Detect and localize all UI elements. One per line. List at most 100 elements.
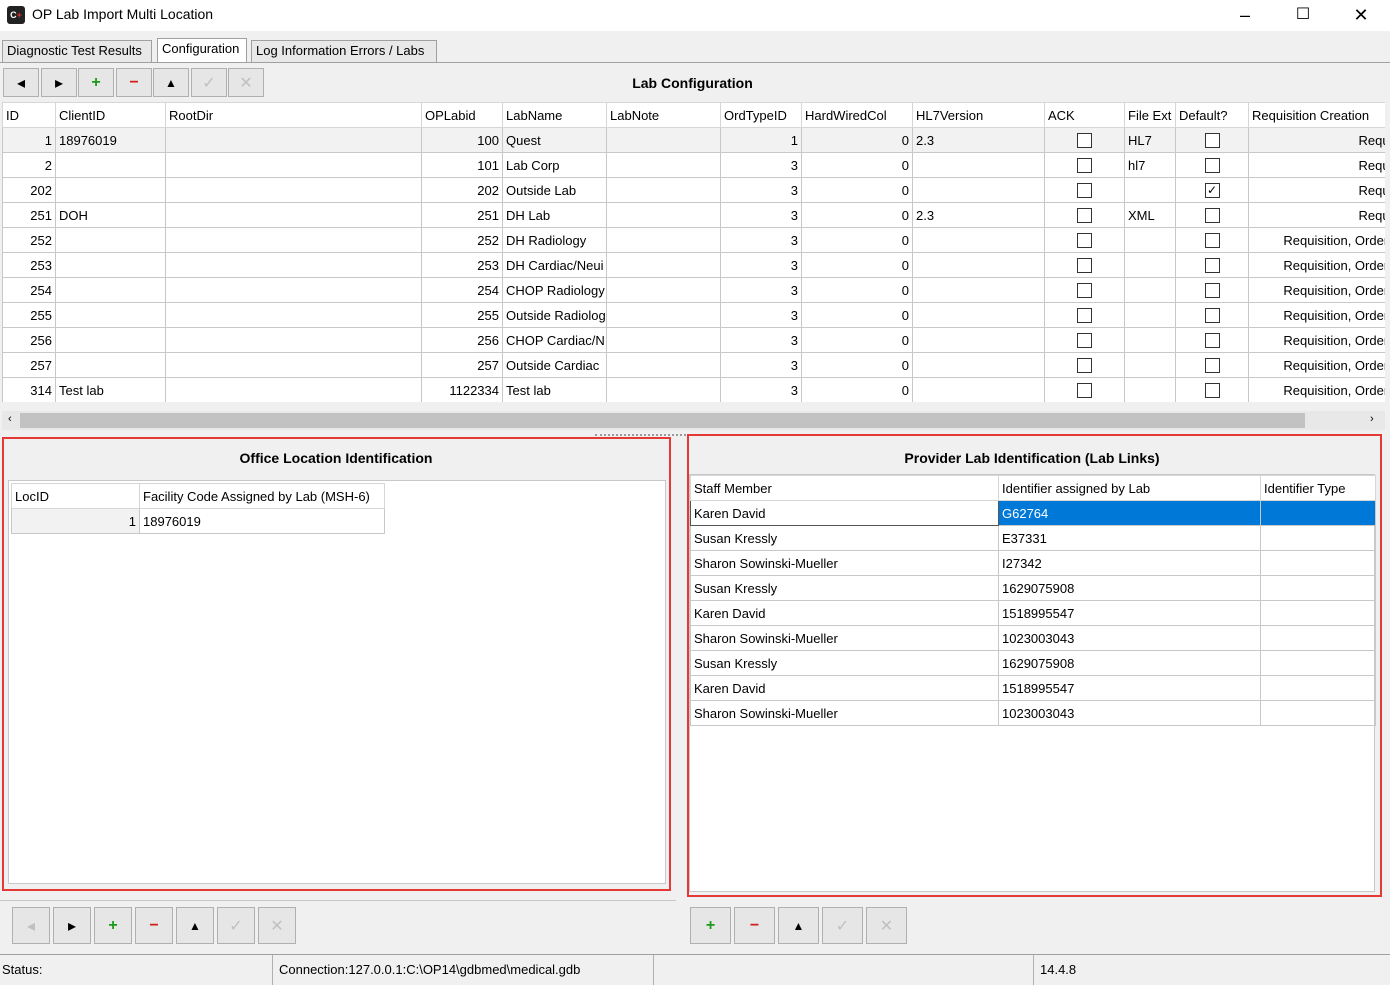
cell-labnote[interactable] [606,377,721,402]
cell-oplabid[interactable]: 101 [421,152,503,178]
cell-file-ext[interactable]: HL7 [1124,127,1176,153]
office-move-up-button[interactable]: ▲ [176,907,214,944]
checkbox-icon[interactable] [1077,308,1092,324]
cell-requisition-creation[interactable]: Requis [1248,177,1385,203]
ack-checkbox[interactable] [1044,252,1125,278]
prev-record-button[interactable]: ◂ [3,68,39,97]
default-checkbox[interactable] [1175,377,1249,402]
checkbox-icon[interactable] [1077,358,1092,374]
cell-ordtypeid[interactable]: 3 [720,177,802,203]
cell-clientid[interactable] [55,327,166,353]
cell-rootdir[interactable] [165,177,422,203]
cell-id[interactable]: 251 [2,202,56,228]
cell-oplabid[interactable]: 256 [421,327,503,353]
office-prev-button[interactable]: ◂ [12,907,50,944]
column-header-clientid[interactable]: ClientID [55,102,166,128]
insert-record-button[interactable]: + [78,68,114,97]
cell-requisition-creation[interactable]: Requisition, Order a [1248,302,1385,328]
ack-checkbox[interactable] [1044,202,1125,228]
ack-checkbox[interactable] [1044,127,1125,153]
ack-checkbox[interactable] [1044,377,1125,402]
cell-rootdir[interactable] [165,377,422,402]
cell-hl7version[interactable]: 2.3 [912,202,1045,228]
ack-checkbox[interactable] [1044,302,1125,328]
table-row[interactable]: 255 255 Outside Radiolog 3 0 Requisition, Ord… [2,302,1385,328]
move-up-button[interactable]: ▲ [153,68,189,97]
checkbox-icon[interactable] [1077,283,1092,299]
checkbox-icon[interactable] [1204,383,1220,399]
cell-hardwiredcol[interactable]: 0 [801,202,913,228]
default-checkbox[interactable]: ✓ [1175,177,1249,203]
provider-cancel-button[interactable]: ✕ [866,907,907,944]
cell-rootdir[interactable] [165,127,422,153]
default-checkbox[interactable] [1175,277,1249,303]
column-header-ordtypeid[interactable]: OrdTypeID [720,102,802,128]
cell-hardwiredcol[interactable]: 0 [801,277,913,303]
provider-delete-button[interactable]: − [734,907,775,944]
table-row[interactable]: 118976019100Quest102.3HL7Requis [2,127,1385,153]
cell-oplabid[interactable]: 1122334 [421,377,503,402]
cell-requisition-creation[interactable]: Requisition, Order a [1248,277,1385,303]
table-row[interactable]: 252252DH Radiology30Requisition, Order a [2,227,1385,253]
table-row[interactable]: 257 257 Outside Cardiac 3 0 Requisition, Orde… [2,352,1385,378]
table-row[interactable]: 2 101Lab Corp 30 hl7 Requis [2,152,1385,178]
cell-ordtypeid[interactable]: 3 [720,252,802,278]
cell-ordtypeid[interactable]: 1 [720,127,802,153]
cell-requisition-creation[interactable]: Requisition, Order a [1248,377,1385,402]
cell-clientid[interactable] [55,302,166,328]
cell-clientid[interactable]: Test lab [55,377,166,402]
column-header-id[interactable]: ID [2,102,56,128]
column-header-hl7version[interactable]: HL7Version [912,102,1045,128]
checkbox-icon[interactable] [1204,308,1220,324]
scroll-left-icon[interactable]: ‹ [8,413,12,425]
ack-checkbox[interactable] [1044,352,1125,378]
cell-requisition-creation[interactable]: Requis [1248,127,1385,153]
cell-ordtypeid[interactable]: 3 [720,377,802,402]
column-header-ack[interactable]: ACK [1044,102,1125,128]
cell-labnote[interactable] [606,277,721,303]
cell-ordtypeid[interactable]: 3 [720,227,802,253]
default-checkbox[interactable] [1175,202,1249,228]
checkbox-icon[interactable] [1204,333,1220,349]
cell-file-ext[interactable] [1124,227,1176,253]
cell-rootdir[interactable] [165,202,422,228]
cell-clientid[interactable]: 18976019 [55,127,166,153]
cell-hl7version[interactable]: 2.3 [912,127,1045,153]
cell-labname[interactable]: Lab Corp [502,152,607,178]
cell-ordtypeid[interactable]: 3 [720,327,802,353]
scroll-thumb[interactable] [20,413,1305,428]
cell-labname[interactable]: CHOP Cardiac/N [502,327,607,353]
cell-rootdir[interactable] [165,327,422,353]
cell-hl7version[interactable] [912,302,1045,328]
cell-labname[interactable]: DH Cardiac/Neui [502,252,607,278]
cell-id[interactable]: 202 [2,177,56,203]
cell-oplabid[interactable]: 251 [421,202,503,228]
scroll-right-icon[interactable]: › [1370,413,1374,425]
cell-requisition-creation[interactable]: Requisition, Order a [1248,252,1385,278]
cell-requisition-creation[interactable]: Requisition, Order a [1248,227,1385,253]
tab-diagnostic-test-results[interactable]: Diagnostic Test Results [2,40,152,62]
column-header-labnote[interactable]: LabNote [606,102,721,128]
office-post-button[interactable]: ✓ [217,907,255,944]
default-checkbox[interactable] [1175,302,1249,328]
table-row[interactable]: 253 253 DH Cardiac/Neui 3 0 Requisition, Orde… [2,252,1385,278]
cell-id[interactable]: 257 [2,352,56,378]
cell-labname[interactable]: DH Radiology [502,227,607,253]
checkbox-icon[interactable] [1204,133,1220,149]
checkbox-icon[interactable] [1204,283,1220,299]
office-delete-button[interactable]: − [135,907,173,944]
cell-oplabid[interactable]: 257 [421,352,503,378]
cell-rootdir[interactable] [165,352,422,378]
cell-hardwiredcol[interactable]: 0 [801,177,913,203]
cell-oplabid[interactable]: 255 [421,302,503,328]
cell-file-ext[interactable] [1124,177,1176,203]
checkbox-icon[interactable]: ✓ [1204,183,1220,199]
column-header-oplabid[interactable]: OPLabid [421,102,503,128]
cell-labnote[interactable] [606,152,721,178]
cell-labname[interactable]: Outside Lab [502,177,607,203]
cell-ordtypeid[interactable]: 3 [720,152,802,178]
cell-hl7version[interactable] [912,377,1045,402]
cell-id[interactable]: 254 [2,277,56,303]
column-header-requisition-creation[interactable]: Requisition Creation [1248,102,1385,128]
ack-checkbox[interactable] [1044,177,1125,203]
